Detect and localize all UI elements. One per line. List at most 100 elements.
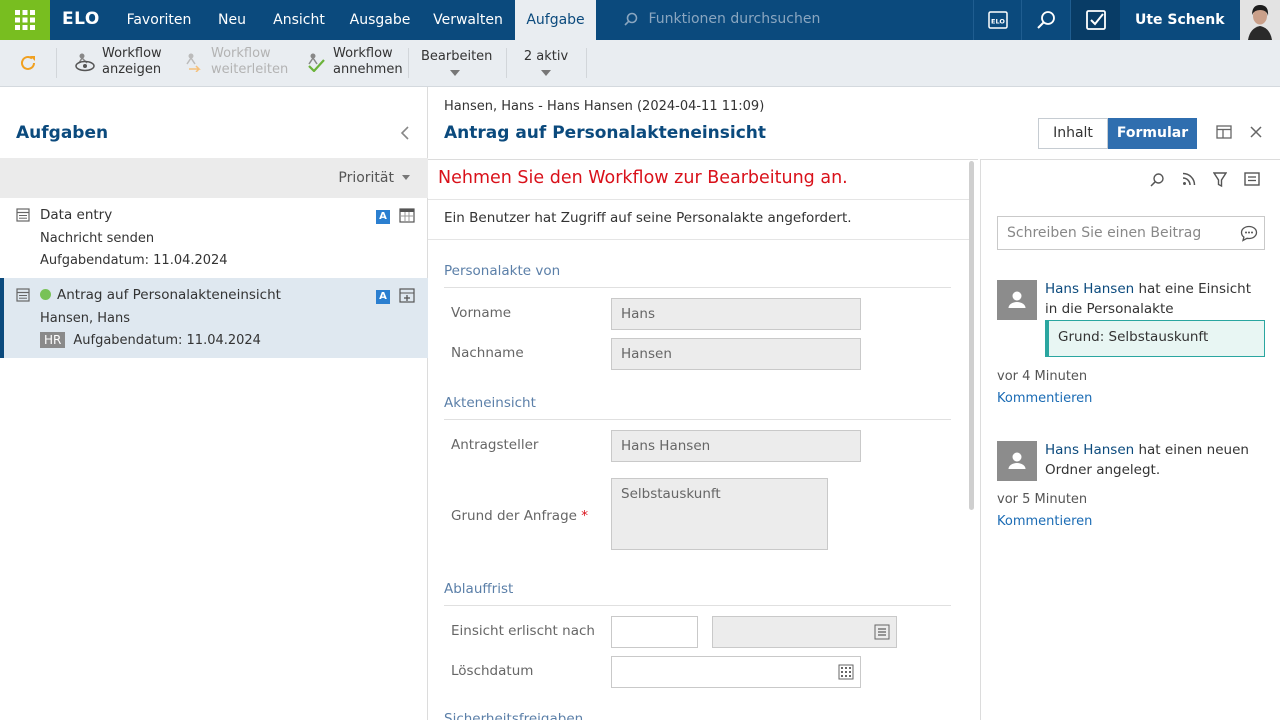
- feed-view-icon[interactable]: [1244, 172, 1260, 186]
- sort-label: Priorität: [338, 170, 394, 186]
- sort-dropdown[interactable]: Priorität: [338, 170, 410, 186]
- search-placeholder: Funktionen durchsuchen: [648, 11, 821, 27]
- forward-workflow-button[interactable]: Workflow weiterleiten: [183, 46, 288, 78]
- nachname-field[interactable]: Hansen: [611, 338, 861, 370]
- nav-ausgabe[interactable]: Ausgabe: [340, 0, 420, 40]
- workflow-eye-icon: [75, 53, 95, 72]
- show-workflow-button[interactable]: Workflow anzeigen: [74, 46, 162, 78]
- tasks-button[interactable]: [1070, 0, 1120, 40]
- task-subtitle: Nachricht senden: [40, 231, 155, 246]
- task-item-selected[interactable]: Antrag auf Personalakteneinsicht Hansen,…: [0, 278, 428, 358]
- filter-icon[interactable]: [1213, 172, 1227, 188]
- chevron-down-icon: [450, 70, 460, 76]
- refresh-icon: [21, 55, 35, 70]
- edit-label: Bearbeiten: [421, 49, 493, 64]
- post-placeholder: Schreiben Sie einen Beitrag: [1007, 225, 1202, 241]
- ribbon-toolbar: Workflow anzeigen Workflow weiterleiten …: [0, 40, 1280, 87]
- breadcrumb: Hansen, Hans - Hans Hansen (2024-04-11 1…: [444, 99, 765, 114]
- grund-field[interactable]: Selbstauskunft: [611, 478, 828, 550]
- antragsteller-label: Antragsteller: [451, 437, 539, 453]
- nav-aufgabe[interactable]: Aufgabe: [515, 0, 596, 40]
- chevron-down-icon: [541, 70, 551, 76]
- loeschdatum-label: Löschdatum: [451, 663, 534, 679]
- erlischt-unit-select[interactable]: [712, 616, 897, 648]
- tab-inhalt[interactable]: Inhalt: [1038, 118, 1108, 149]
- apps-grid-button[interactable]: [0, 0, 50, 40]
- nav-verwalten[interactable]: Verwalten: [424, 0, 512, 40]
- feed-user-name[interactable]: Hans Hansen: [1045, 281, 1134, 297]
- form-scrollbar[interactable]: [969, 161, 974, 510]
- rss-icon[interactable]: [1182, 172, 1196, 186]
- task-title: Antrag auf Personalakteneinsicht: [57, 287, 281, 303]
- grund-label-text: Grund der Anfrage: [451, 508, 577, 524]
- vorname-field[interactable]: Hans: [611, 298, 861, 330]
- section-personalakte: Personalakte von: [444, 263, 561, 279]
- hr-tag: HR: [40, 332, 66, 348]
- comment-link[interactable]: Kommentieren: [997, 514, 1092, 529]
- layout-icon[interactable]: [1216, 125, 1232, 139]
- elo-box-button[interactable]: ELO: [973, 0, 1021, 40]
- feed-user-avatar: [997, 441, 1037, 481]
- feed-quote: Grund: Selbstauskunft: [1045, 320, 1265, 357]
- task-item[interactable]: Data entry Nachricht senden Aufgabendatu…: [0, 198, 428, 278]
- search-icon: [624, 12, 638, 26]
- nachname-label: Nachname: [451, 345, 524, 361]
- task-title: Data entry: [40, 207, 113, 223]
- document-header: Hansen, Hans - Hans Hansen (2024-04-11 1…: [428, 87, 1280, 159]
- workflow-forward-icon: [186, 53, 201, 72]
- nav-favoriten[interactable]: Favoriten: [116, 0, 202, 40]
- antragsteller-field[interactable]: Hans Hansen: [611, 430, 861, 462]
- calendar-icon: [399, 208, 415, 223]
- feed-panel: Schreiben Sie einen Beitrag Hans Hansen …: [980, 159, 1280, 720]
- feed-time: vor 5 Minuten: [997, 492, 1088, 507]
- post-input[interactable]: Schreiben Sie einen Beitrag: [997, 216, 1265, 250]
- description-row: Ein Benutzer hat Zugriff auf seine Perso…: [428, 199, 969, 240]
- grid-icon: [15, 10, 35, 30]
- nav-neu[interactable]: Neu: [206, 0, 258, 40]
- elo-logo[interactable]: ELO: [62, 9, 100, 29]
- erlischt-label: Einsicht erlischt nach: [451, 623, 595, 639]
- section-ablauffrist: Ablauffrist: [444, 581, 514, 597]
- collapse-panel-icon[interactable]: [400, 125, 410, 141]
- grund-label: Grund der Anfrage *: [451, 508, 588, 524]
- active-label: 2 aktiv: [523, 49, 569, 64]
- form-icon: [16, 288, 30, 302]
- search-icon[interactable]: [1149, 172, 1165, 188]
- user-menu[interactable]: Ute Schenk: [1122, 0, 1238, 64]
- workflow-accept-icon: [308, 53, 325, 72]
- workflow-warning: Nehmen Sie den Workflow zur Bearbeitung …: [438, 168, 848, 188]
- panel-title: Aufgaben: [16, 123, 109, 143]
- workflow-form: Nehmen Sie den Workflow zur Bearbeitung …: [428, 159, 978, 720]
- erlischt-number-input[interactable]: [611, 616, 698, 648]
- calendar-icon[interactable]: [838, 664, 854, 680]
- search-button[interactable]: [1021, 0, 1069, 40]
- user-icon: [1008, 291, 1026, 308]
- loeschdatum-field[interactable]: [611, 656, 861, 688]
- section-akteneinsicht: Akteneinsicht: [444, 395, 536, 411]
- chevron-down-icon: [402, 175, 410, 180]
- task-subtitle: Hansen, Hans: [40, 311, 131, 326]
- close-icon[interactable]: [1249, 125, 1263, 139]
- edit-dropdown[interactable]: Bearbeiten: [421, 49, 493, 76]
- calendar-icon: [399, 288, 415, 303]
- task-date: Aufgabendatum: 11.04.2024: [73, 333, 261, 348]
- comment-link[interactable]: Kommentieren: [997, 391, 1092, 406]
- feed-user-name[interactable]: Hans Hansen: [1045, 442, 1134, 458]
- tab-formular[interactable]: Formular: [1108, 118, 1197, 149]
- active-filter-dropdown[interactable]: 2 aktiv: [519, 49, 573, 76]
- document-title: Antrag auf Personalakteneinsicht: [444, 123, 767, 143]
- user-avatar[interactable]: [1240, 0, 1280, 40]
- nav-ansicht[interactable]: Ansicht: [262, 0, 336, 40]
- refresh-button[interactable]: [18, 53, 38, 77]
- function-search[interactable]: Funktionen durchsuchen: [624, 11, 820, 27]
- feed-entry-text: Hans Hansen hat einen neuen Ordner angel…: [1045, 440, 1251, 480]
- section-sicherheit: Sicherheitsfreigaben: [444, 711, 584, 720]
- feed-user-avatar: [997, 280, 1037, 320]
- sort-bar: Priorität: [0, 158, 428, 198]
- required-mark: *: [581, 508, 588, 524]
- accept-workflow-button[interactable]: Workflow annehmen: [305, 46, 403, 78]
- priority-badge: A: [376, 210, 390, 224]
- task-date: Aufgabendatum: 11.04.2024: [40, 253, 228, 268]
- vorname-label: Vorname: [451, 305, 512, 321]
- speech-bubble-icon[interactable]: [1240, 225, 1258, 242]
